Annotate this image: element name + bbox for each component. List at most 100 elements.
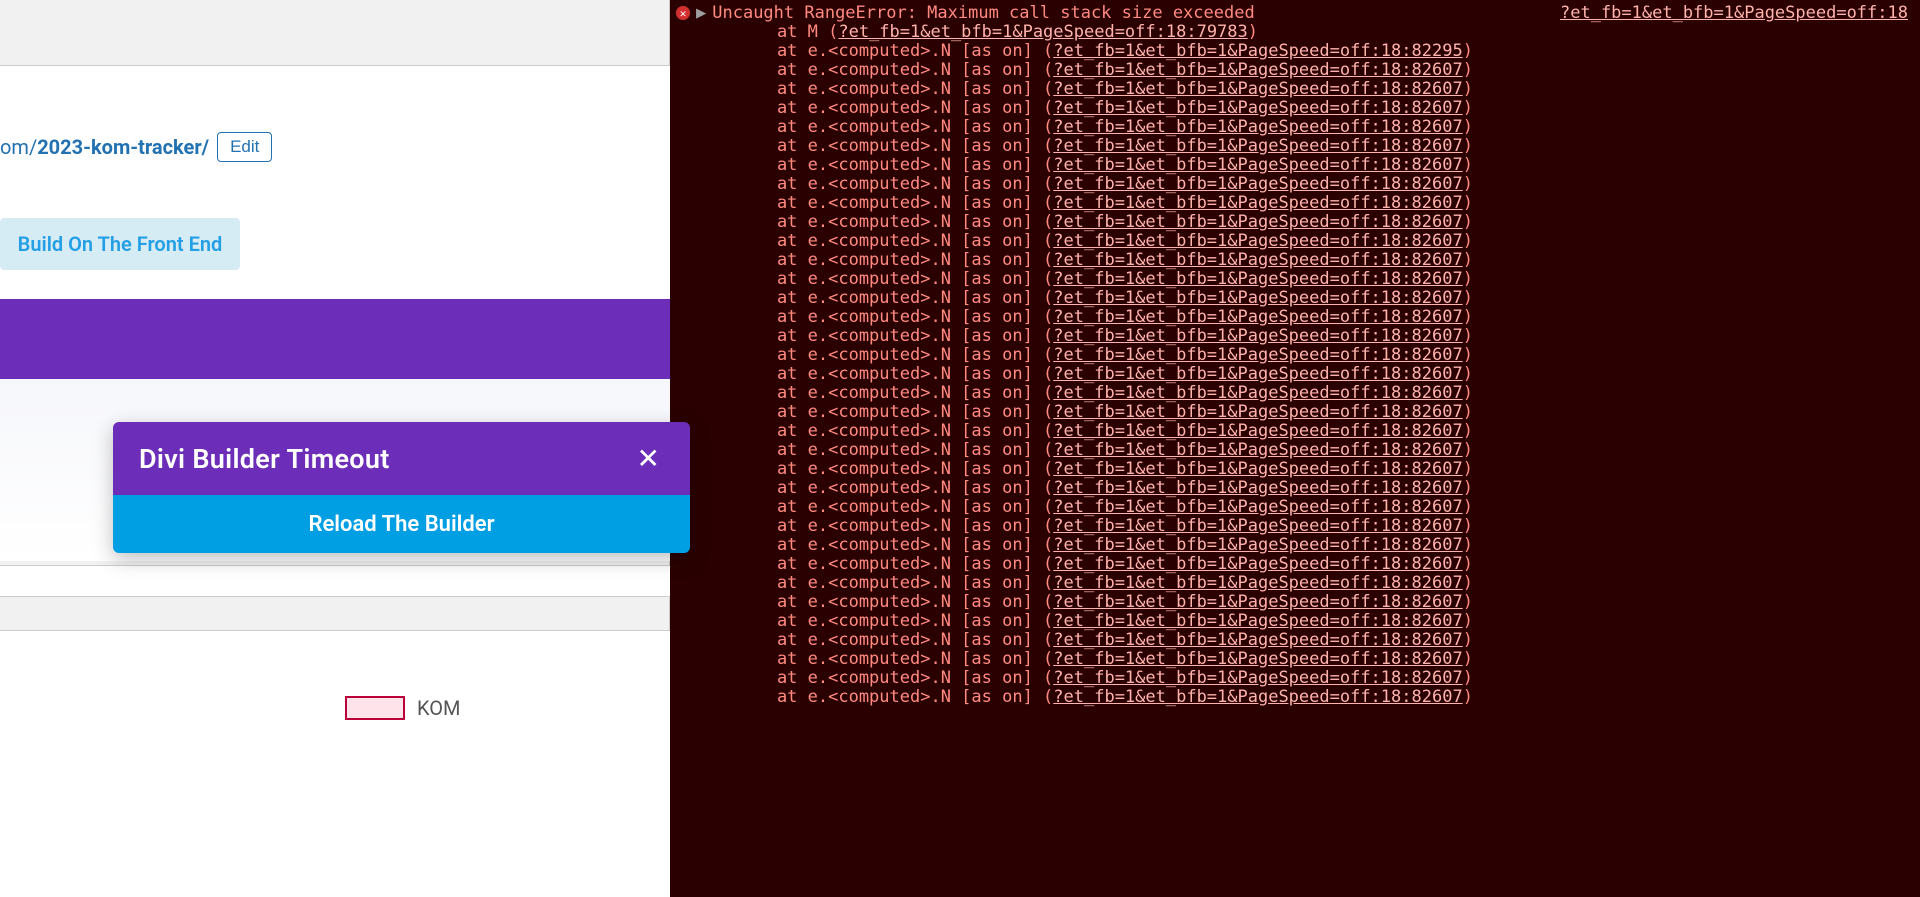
stack-frame-source-link[interactable]: ?et_fb=1&et_bfb=1&PageSpeed=off:18:82607 [1053,459,1462,479]
stack-frame: at e.<computed>.N [as on] (?et_fb=1&et_b… [736,118,1910,137]
stack-frame-source-link[interactable]: ?et_fb=1&et_bfb=1&PageSpeed=off:18:82607 [1053,117,1462,137]
stack-frame-source-link[interactable]: ?et_fb=1&et_bfb=1&PageSpeed=off:18:82607 [1053,345,1462,365]
permalink-row: om/2023-kom-tracker/ Edit [0,132,272,162]
devtools-console-panel[interactable]: ?et_fb=1&et_bfb=1&PageSpeed=off:18 ✕ ▶ U… [670,0,1920,897]
divi-toolbar [0,299,670,379]
stack-frame: at e.<computed>.N [as on] (?et_fb=1&et_b… [736,517,1910,536]
stack-frame: at e.<computed>.N [as on] (?et_fb=1&et_b… [736,479,1910,498]
metabox-panel [0,630,670,897]
stack-trace: at M (?et_fb=1&et_bfb=1&PageSpeed=off:18… [736,23,1910,707]
stack-frame-source-link[interactable]: ?et_fb=1&et_bfb=1&PageSpeed=off:18:82607 [1053,79,1462,99]
stack-frame-source-link[interactable]: ?et_fb=1&et_bfb=1&PageSpeed=off:18:82607 [1053,212,1462,232]
timeout-modal-header: Divi Builder Timeout ✕ [113,422,690,495]
stack-frame-source-link[interactable]: ?et_fb=1&et_bfb=1&PageSpeed=off:18:82607 [1053,193,1462,213]
close-icon[interactable]: ✕ [633,441,664,477]
stack-frame-source-link[interactable]: ?et_fb=1&et_bfb=1&PageSpeed=off:18:82607 [1053,573,1462,593]
stack-frame-source-link[interactable]: ?et_fb=1&et_bfb=1&PageSpeed=off:18:82607 [1053,383,1462,403]
disclosure-triangle-icon[interactable]: ▶ [696,4,706,23]
stack-frame: at e.<computed>.N [as on] (?et_fb=1&et_b… [736,137,1910,156]
stack-frame-source-link[interactable]: ?et_fb=1&et_bfb=1&PageSpeed=off:18:82607 [1053,231,1462,251]
stack-frame-text: ) [1463,212,1473,232]
stack-frame-source-link[interactable]: ?et_fb=1&et_bfb=1&PageSpeed=off:18:82607 [1053,592,1462,612]
stack-frame-text: at e.<computed>.N [as on] ( [736,231,1053,251]
stack-frame-source-link[interactable]: ?et_fb=1&et_bfb=1&PageSpeed=off:18:82607 [1053,269,1462,289]
stack-frame-source-link[interactable]: ?et_fb=1&et_bfb=1&PageSpeed=off:18:82607 [1053,364,1462,384]
stack-frame-source-link[interactable]: ?et_fb=1&et_bfb=1&PageSpeed=off:18:79783 [838,22,1247,42]
stack-frame-text: at e.<computed>.N [as on] ( [736,288,1053,308]
stack-frame-text: ) [1463,155,1473,175]
stack-frame-source-link[interactable]: ?et_fb=1&et_bfb=1&PageSpeed=off:18:82607 [1053,497,1462,517]
stack-frame-source-link[interactable]: ?et_fb=1&et_bfb=1&PageSpeed=off:18:82607 [1053,402,1462,422]
stack-frame-source-link[interactable]: ?et_fb=1&et_bfb=1&PageSpeed=off:18:82607 [1053,307,1462,327]
edit-permalink-button[interactable]: Edit [217,132,272,162]
stack-frame-source-link[interactable]: ?et_fb=1&et_bfb=1&PageSpeed=off:18:82607 [1053,668,1462,688]
stack-frame-text: ) [1248,22,1258,42]
stack-frame-text: ) [1463,288,1473,308]
divi-timeout-modal: Divi Builder Timeout ✕ Reload The Builde… [113,422,690,553]
stack-frame-source-link[interactable]: ?et_fb=1&et_bfb=1&PageSpeed=off:18:82607 [1053,687,1462,707]
stack-frame-source-link[interactable]: ?et_fb=1&et_bfb=1&PageSpeed=off:18:82607 [1053,440,1462,460]
stack-frame-source-link[interactable]: ?et_fb=1&et_bfb=1&PageSpeed=off:18:82607 [1053,98,1462,118]
stack-frame: at e.<computed>.N [as on] (?et_fb=1&et_b… [736,536,1910,555]
reload-builder-button[interactable]: Reload The Builder [113,495,690,553]
stack-frame-text: at e.<computed>.N [as on] ( [736,611,1053,631]
collapsed-metabox[interactable] [0,565,670,597]
stack-frame-source-link[interactable]: ?et_fb=1&et_bfb=1&PageSpeed=off:18:82607 [1053,421,1462,441]
stack-frame-text: at e.<computed>.N [as on] ( [736,592,1053,612]
stack-frame-source-link[interactable]: ?et_fb=1&et_bfb=1&PageSpeed=off:18:82607 [1053,174,1462,194]
stack-frame-source-link[interactable]: ?et_fb=1&et_bfb=1&PageSpeed=off:18:82607 [1053,326,1462,346]
stack-frame-text: at e.<computed>.N [as on] ( [736,459,1053,479]
stack-frame-source-link[interactable]: ?et_fb=1&et_bfb=1&PageSpeed=off:18:82607 [1053,649,1462,669]
stack-frame: at e.<computed>.N [as on] (?et_fb=1&et_b… [736,346,1910,365]
chart-legend-row: KOM [345,696,460,720]
stack-frame-source-link[interactable]: ?et_fb=1&et_bfb=1&PageSpeed=off:18:82607 [1053,60,1462,80]
stack-frame-text: ) [1463,516,1473,536]
stack-frame-source-link[interactable]: ?et_fb=1&et_bfb=1&PageSpeed=off:18:82607 [1053,250,1462,270]
stack-frame-source-link[interactable]: ?et_fb=1&et_bfb=1&PageSpeed=off:18:82607 [1053,288,1462,308]
stack-frame: at e.<computed>.N [as on] (?et_fb=1&et_b… [736,441,1910,460]
stack-frame-text: ) [1463,60,1473,80]
stack-frame-source-link[interactable]: ?et_fb=1&et_bfb=1&PageSpeed=off:18:82607 [1053,136,1462,156]
stack-frame-source-link[interactable]: ?et_fb=1&et_bfb=1&PageSpeed=off:18:82607 [1053,516,1462,536]
permalink-prefix: om/ [0,135,37,159]
stack-frame-text: ) [1463,79,1473,99]
stack-frame: at e.<computed>.N [as on] (?et_fb=1&et_b… [736,384,1910,403]
stack-frame-source-link[interactable]: ?et_fb=1&et_bfb=1&PageSpeed=off:18:82607 [1053,478,1462,498]
stack-frame-text: at e.<computed>.N [as on] ( [736,98,1053,118]
stack-frame: at e.<computed>.N [as on] (?et_fb=1&et_b… [736,555,1910,574]
stack-frame-text: at e.<computed>.N [as on] ( [736,383,1053,403]
stack-frame-text: ) [1463,440,1473,460]
stack-frame: at e.<computed>.N [as on] (?et_fb=1&et_b… [736,270,1910,289]
stack-frame-text: ) [1463,307,1473,327]
stack-frame-text: ) [1463,573,1473,593]
stack-frame-text: at e.<computed>.N [as on] ( [736,516,1053,536]
stack-frame-text: ) [1463,364,1473,384]
stack-frame-source-link[interactable]: ?et_fb=1&et_bfb=1&PageSpeed=off:18:82295 [1053,41,1462,61]
stack-frame-text: ) [1463,345,1473,365]
permalink-url-fragment[interactable]: om/2023-kom-tracker/ [0,135,209,159]
stack-frame-text: ) [1463,41,1473,61]
stack-frame-source-link[interactable]: ?et_fb=1&et_bfb=1&PageSpeed=off:18:82607 [1053,611,1462,631]
stack-frame-text: at e.<computed>.N [as on] ( [736,117,1053,137]
stack-frame-source-link[interactable]: ?et_fb=1&et_bfb=1&PageSpeed=off:18:82607 [1053,155,1462,175]
stack-frame: at e.<computed>.N [as on] (?et_fb=1&et_b… [736,460,1910,479]
stack-frame: at e.<computed>.N [as on] (?et_fb=1&et_b… [736,251,1910,270]
stack-frame: at e.<computed>.N [as on] (?et_fb=1&et_b… [736,669,1910,688]
stack-frame-text: ) [1463,478,1473,498]
stack-frame-source-link[interactable]: ?et_fb=1&et_bfb=1&PageSpeed=off:18:82607 [1053,630,1462,650]
build-front-end-button[interactable]: Build On The Front End [0,218,240,270]
editor-main-area: om/2023-kom-tracker/ Edit Build On The F… [0,65,670,555]
stack-frame-text: at e.<computed>.N [as on] ( [736,269,1053,289]
legend-label: KOM [417,696,460,720]
stack-frame-text: at e.<computed>.N [as on] ( [736,41,1053,61]
console-source-link[interactable]: ?et_fb=1&et_bfb=1&PageSpeed=off:18 [1560,4,1908,23]
stack-frame-text: ) [1463,459,1473,479]
stack-frame: at e.<computed>.N [as on] (?et_fb=1&et_b… [736,232,1910,251]
stack-frame-text: ) [1463,421,1473,441]
stack-frame-text: at e.<computed>.N [as on] ( [736,649,1053,669]
stack-frame-text: ) [1463,554,1473,574]
stack-frame-source-link[interactable]: ?et_fb=1&et_bfb=1&PageSpeed=off:18:82607 [1053,554,1462,574]
wordpress-editor-panel: om/2023-kom-tracker/ Edit Build On The F… [0,0,670,897]
stack-frame-source-link[interactable]: ?et_fb=1&et_bfb=1&PageSpeed=off:18:82607 [1053,535,1462,555]
stack-frame-text: ) [1463,630,1473,650]
